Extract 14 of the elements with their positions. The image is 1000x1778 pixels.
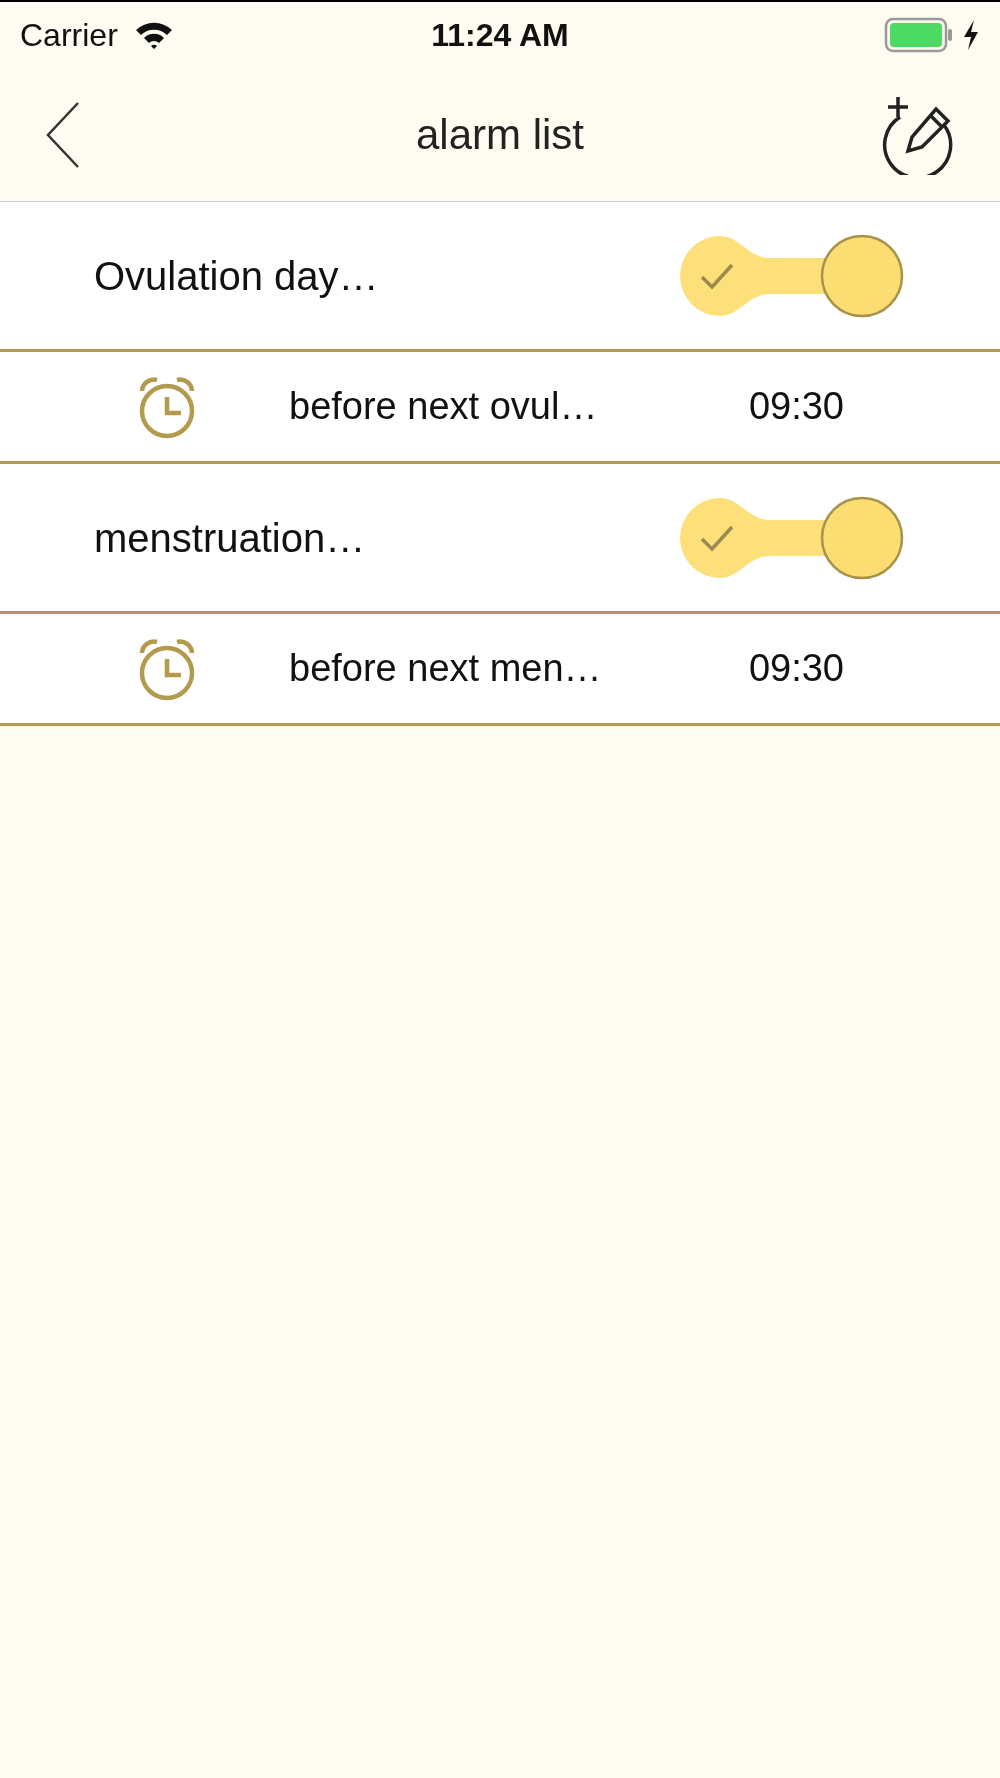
- alarm-label: before next ovul…: [289, 384, 598, 429]
- back-chevron-icon: [46, 100, 80, 169]
- alarm-group-title: Ovulation day…: [94, 252, 379, 300]
- alarm-time: 09:30: [748, 646, 844, 691]
- alarm-label: before next men…: [289, 646, 602, 691]
- screen-title: alarm list: [416, 110, 584, 160]
- charging-bolt-icon: [962, 20, 980, 50]
- battery-icon: [884, 17, 954, 53]
- alarm-group-title: menstruation…: [94, 514, 366, 562]
- alarm-clock-icon: [137, 374, 197, 439]
- alarm-clock-icon: [137, 636, 197, 701]
- alarm-time: 09:30: [748, 384, 844, 429]
- carrier-label: Carrier: [20, 16, 118, 55]
- clock-time: 11:24 AM: [431, 16, 569, 55]
